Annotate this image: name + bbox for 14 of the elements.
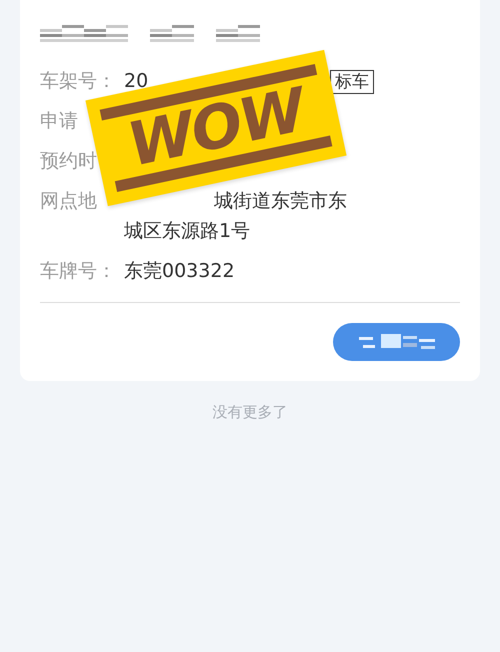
vehicle-tag: 标车 (330, 70, 374, 94)
address-line: 城街道东莞市东 (214, 189, 347, 214)
field-label: 申请 (40, 109, 79, 134)
address-line: 城区东源路1号 (124, 219, 252, 244)
action-button[interactable] (333, 323, 460, 361)
field-label: 车架号： (40, 69, 117, 94)
pixelated-status-drawing (216, 23, 260, 43)
pixelated-status-drawing (150, 23, 194, 43)
field-label: 预约时 (40, 149, 98, 174)
field-label: 网点地 (40, 189, 98, 214)
field-value: 20 (124, 69, 148, 92)
field-value: 东莞003322 (124, 259, 235, 284)
end-of-list-text: 没有更多了 (212, 403, 288, 421)
field-label: 车牌号： (40, 259, 117, 284)
